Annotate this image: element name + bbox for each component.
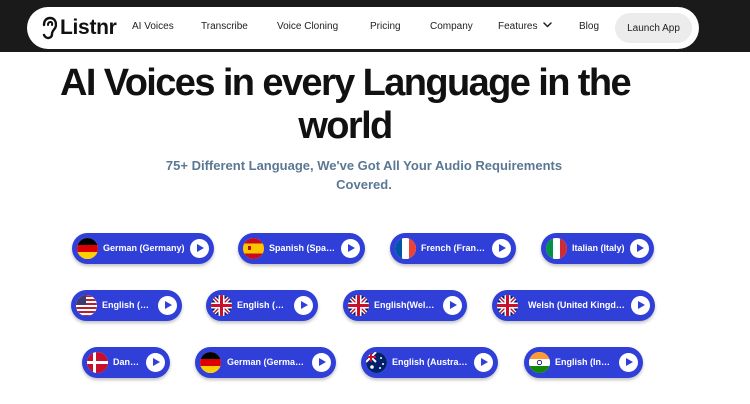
language-pill[interactable]: French (France) xyxy=(390,233,516,264)
play-icon[interactable] xyxy=(443,296,462,315)
language-pill[interactable]: Spanish (Spain) xyxy=(238,233,365,264)
language-label: Danish xyxy=(113,357,141,367)
language-pill[interactable]: English(Welsh) xyxy=(343,290,467,321)
uk-flag-icon xyxy=(211,295,232,316)
page-title: AI Voices in every Language in the world xyxy=(60,62,632,147)
language-label: French (France) xyxy=(421,243,487,253)
uk-flag-icon xyxy=(497,295,518,316)
usa-flag-icon xyxy=(76,295,97,316)
nav-transcribe[interactable]: Transcribe xyxy=(201,21,248,32)
italy-flag-icon xyxy=(546,238,567,259)
germany-flag-icon xyxy=(77,238,98,259)
language-label: Italian (Italy) xyxy=(572,243,625,253)
play-icon[interactable] xyxy=(619,353,638,372)
play-icon[interactable] xyxy=(474,353,493,372)
language-label: German (Germany) xyxy=(103,243,185,253)
nav-blog[interactable]: Blog xyxy=(579,21,599,32)
language-pill[interactable]: German (Germany) xyxy=(195,347,336,378)
language-label: English (US) xyxy=(102,300,153,310)
language-label: English (Australia) xyxy=(392,357,469,367)
language-label: Welsh (United Kingdom) xyxy=(528,300,626,310)
language-label: Spanish (Spain) xyxy=(269,243,336,253)
language-pill[interactable]: English (UK) xyxy=(206,290,318,321)
uk-flag-icon xyxy=(348,295,369,316)
india-flag-icon xyxy=(529,352,550,373)
nav-voice-cloning[interactable]: Voice Cloning xyxy=(277,21,338,32)
play-icon[interactable] xyxy=(190,239,209,258)
navbar: Listnr AI Voices Transcribe Voice Clonin… xyxy=(27,7,699,49)
play-icon[interactable] xyxy=(146,353,165,372)
language-pill[interactable]: German (Germany) xyxy=(72,233,214,264)
language-pill[interactable]: English (US) xyxy=(71,290,182,321)
play-icon[interactable] xyxy=(294,296,313,315)
language-pill[interactable]: English (India) xyxy=(524,347,643,378)
denmark-flag-icon xyxy=(87,352,108,373)
launch-app-button[interactable]: Launch App xyxy=(615,13,692,43)
australia-flag-icon xyxy=(366,352,387,373)
nav-pricing[interactable]: Pricing xyxy=(370,21,401,32)
nav-company[interactable]: Company xyxy=(430,21,473,32)
language-label: English(Welsh) xyxy=(374,300,438,310)
language-label: English (India) xyxy=(555,357,614,367)
france-flag-icon xyxy=(395,238,416,259)
language-pill[interactable]: Danish xyxy=(82,347,170,378)
play-icon[interactable] xyxy=(631,296,650,315)
nav-features[interactable]: Features xyxy=(498,21,553,32)
play-icon[interactable] xyxy=(630,239,649,258)
language-pill[interactable]: Italian (Italy) xyxy=(541,233,654,264)
spain-flag-icon xyxy=(243,238,264,259)
play-icon[interactable] xyxy=(341,239,360,258)
ear-icon xyxy=(42,16,57,40)
nav-ai-voices[interactable]: AI Voices xyxy=(132,21,174,32)
page-subtitle: 75+ Different Language, We've Got All Yo… xyxy=(165,158,563,192)
language-label: English (UK) xyxy=(237,300,289,310)
language-pill[interactable]: Welsh (United Kingdom) xyxy=(492,290,655,321)
brand-name: Listnr xyxy=(60,16,117,39)
language-pill[interactable]: English (Australia) xyxy=(361,347,498,378)
play-icon[interactable] xyxy=(158,296,177,315)
play-icon[interactable] xyxy=(312,353,331,372)
play-icon[interactable] xyxy=(492,239,511,258)
chevron-down-icon xyxy=(543,22,553,28)
brand-logo[interactable]: Listnr xyxy=(39,15,117,41)
language-label: German (Germany) xyxy=(227,357,307,367)
nav-features-label: Features xyxy=(498,21,538,32)
germany-flag-icon xyxy=(200,352,221,373)
